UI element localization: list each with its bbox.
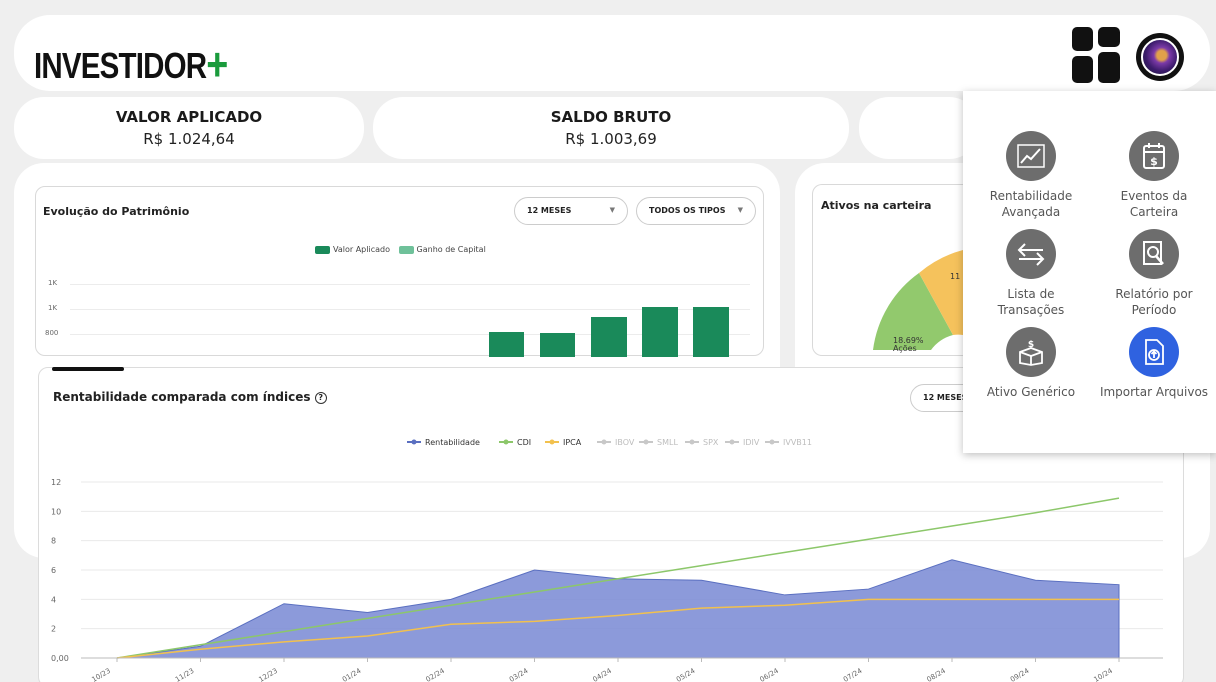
brand-logo[interactable]: INVESTIDOR+ — [34, 35, 228, 90]
x-tick-label: 03/24 — [508, 667, 530, 682]
evolucao-period-select[interactable]: 12 MESES ▼ — [514, 197, 628, 225]
donut-label: 11 — [950, 272, 960, 281]
legend-marker — [769, 439, 775, 445]
x-tick-label: 10/24 — [1093, 667, 1115, 682]
y-tick-label: 10 — [51, 507, 61, 516]
y-tick-label: 2 — [51, 625, 56, 634]
summary-card-saldo-bruto: SALDO BRUTO R$ 1.003,69 — [373, 97, 849, 159]
menu-item-rentabilidade[interactable]: Rentabilidade Avançada — [976, 131, 1086, 220]
ativos-donut: 18.69% Ações 11 — [873, 250, 963, 353]
y-tick: 1K — [48, 279, 58, 287]
y-tick: 800 — [45, 329, 59, 337]
y-tick-label: 12 — [51, 478, 61, 487]
summary-title: SALDO BRUTO — [550, 108, 672, 126]
transfer-icon — [1006, 229, 1056, 279]
upload-icon — [1129, 327, 1179, 377]
evolucao-title: Evolução do Patrimônio — [43, 205, 190, 218]
menu-label: Eventos da Carteira — [1120, 189, 1188, 219]
x-tick-label: 09/24 — [1009, 667, 1031, 682]
menu-label: Relatório por Período — [1115, 287, 1193, 317]
y-tick-label: 6 — [51, 566, 56, 575]
ativos-card: Ativos na carteira 18.69% Ações 11 — [812, 184, 972, 356]
calendar-icon: $ — [1129, 131, 1179, 181]
menu-item-ativo-generico[interactable]: $ Ativo Genérico — [976, 327, 1086, 400]
summary-card-valor-aplicado: VALOR APLICADO R$ 1.024,64 — [14, 97, 364, 159]
apps-menu: Rentabilidade Avançada $ Eventos da Cart… — [963, 91, 1216, 453]
header-bar: INVESTIDOR+ — [14, 15, 1210, 91]
summary-value: R$ 1.003,69 — [565, 130, 657, 148]
x-tick-label: 06/24 — [759, 667, 781, 682]
menu-label: Lista de Transações — [997, 287, 1065, 317]
legend-label[interactable]: IDIV — [743, 438, 760, 447]
evolucao-card: Evolução do Patrimônio 12 MESES ▼ TODOS O… — [35, 186, 764, 357]
bar — [489, 331, 524, 357]
legend-label[interactable]: SPX — [703, 438, 719, 447]
svg-text:$: $ — [1150, 155, 1158, 168]
menu-item-transacoes[interactable]: Lista de Transações — [976, 229, 1086, 318]
y-tick-label: 8 — [51, 537, 56, 546]
menu-item-importar[interactable]: Importar Arquivos — [1099, 327, 1209, 400]
bar — [540, 332, 575, 357]
y-tick-label: 0,00 — [51, 654, 69, 663]
legend-label[interactable]: SMLL — [657, 438, 678, 447]
evolucao-type-select[interactable]: TODOS OS TIPOS ▼ — [636, 197, 756, 225]
legend-marker — [643, 439, 649, 445]
bar — [591, 316, 627, 357]
bar — [642, 306, 678, 357]
menu-item-relatorio[interactable]: Relatório por Período — [1099, 229, 1209, 318]
x-tick-label: 01/24 — [341, 667, 363, 682]
legend-label[interactable]: IPCA — [563, 438, 582, 447]
legend-label[interactable]: IVVB11 — [783, 438, 812, 447]
legend-marker — [689, 439, 695, 445]
x-tick-label: 05/24 — [675, 667, 697, 682]
legend-marker — [601, 439, 607, 445]
svg-text:$: $ — [1028, 340, 1034, 350]
legend-label[interactable]: Rentabilidade — [425, 438, 480, 447]
x-tick-label: 10/23 — [91, 667, 112, 682]
legend-marker — [503, 439, 509, 445]
apps-grid-icon[interactable] — [1072, 27, 1120, 83]
bar — [693, 306, 729, 357]
x-tick-label: 07/24 — [842, 667, 864, 682]
legend-marker — [411, 439, 417, 445]
y-tick: 1K — [48, 304, 58, 312]
active-tab-indicator — [52, 367, 124, 371]
report-icon — [1129, 229, 1179, 279]
x-tick-label: 04/24 — [592, 667, 614, 682]
x-tick-label: 02/24 — [425, 667, 447, 682]
x-tick-label: 11/23 — [174, 667, 195, 682]
legend-marker — [729, 439, 735, 445]
summary-title: VALOR APLICADO — [115, 108, 263, 126]
legend-label[interactable]: IBOV — [615, 438, 635, 447]
chart-icon — [1006, 131, 1056, 181]
menu-label: Rentabilidade Avançada — [989, 189, 1073, 219]
user-avatar[interactable] — [1136, 33, 1184, 81]
legend-marker — [549, 439, 555, 445]
summary-card-partial — [859, 97, 979, 159]
legend-label[interactable]: CDI — [517, 438, 531, 447]
y-tick-label: 4 — [51, 595, 56, 604]
menu-label: Importar Arquivos — [1099, 385, 1209, 399]
summary-value: R$ 1.024,64 — [143, 130, 235, 148]
x-tick-label: 12/23 — [258, 667, 279, 682]
menu-item-eventos[interactable]: $ Eventos da Carteira — [1099, 131, 1209, 220]
x-tick-label: 08/24 — [926, 667, 948, 682]
box-icon: $ — [1006, 327, 1056, 377]
menu-label: Ativo Genérico — [986, 385, 1076, 399]
donut-label: Ações — [893, 344, 917, 353]
evolucao-legend: Valor Aplicado Ganho de Capital — [315, 245, 486, 254]
